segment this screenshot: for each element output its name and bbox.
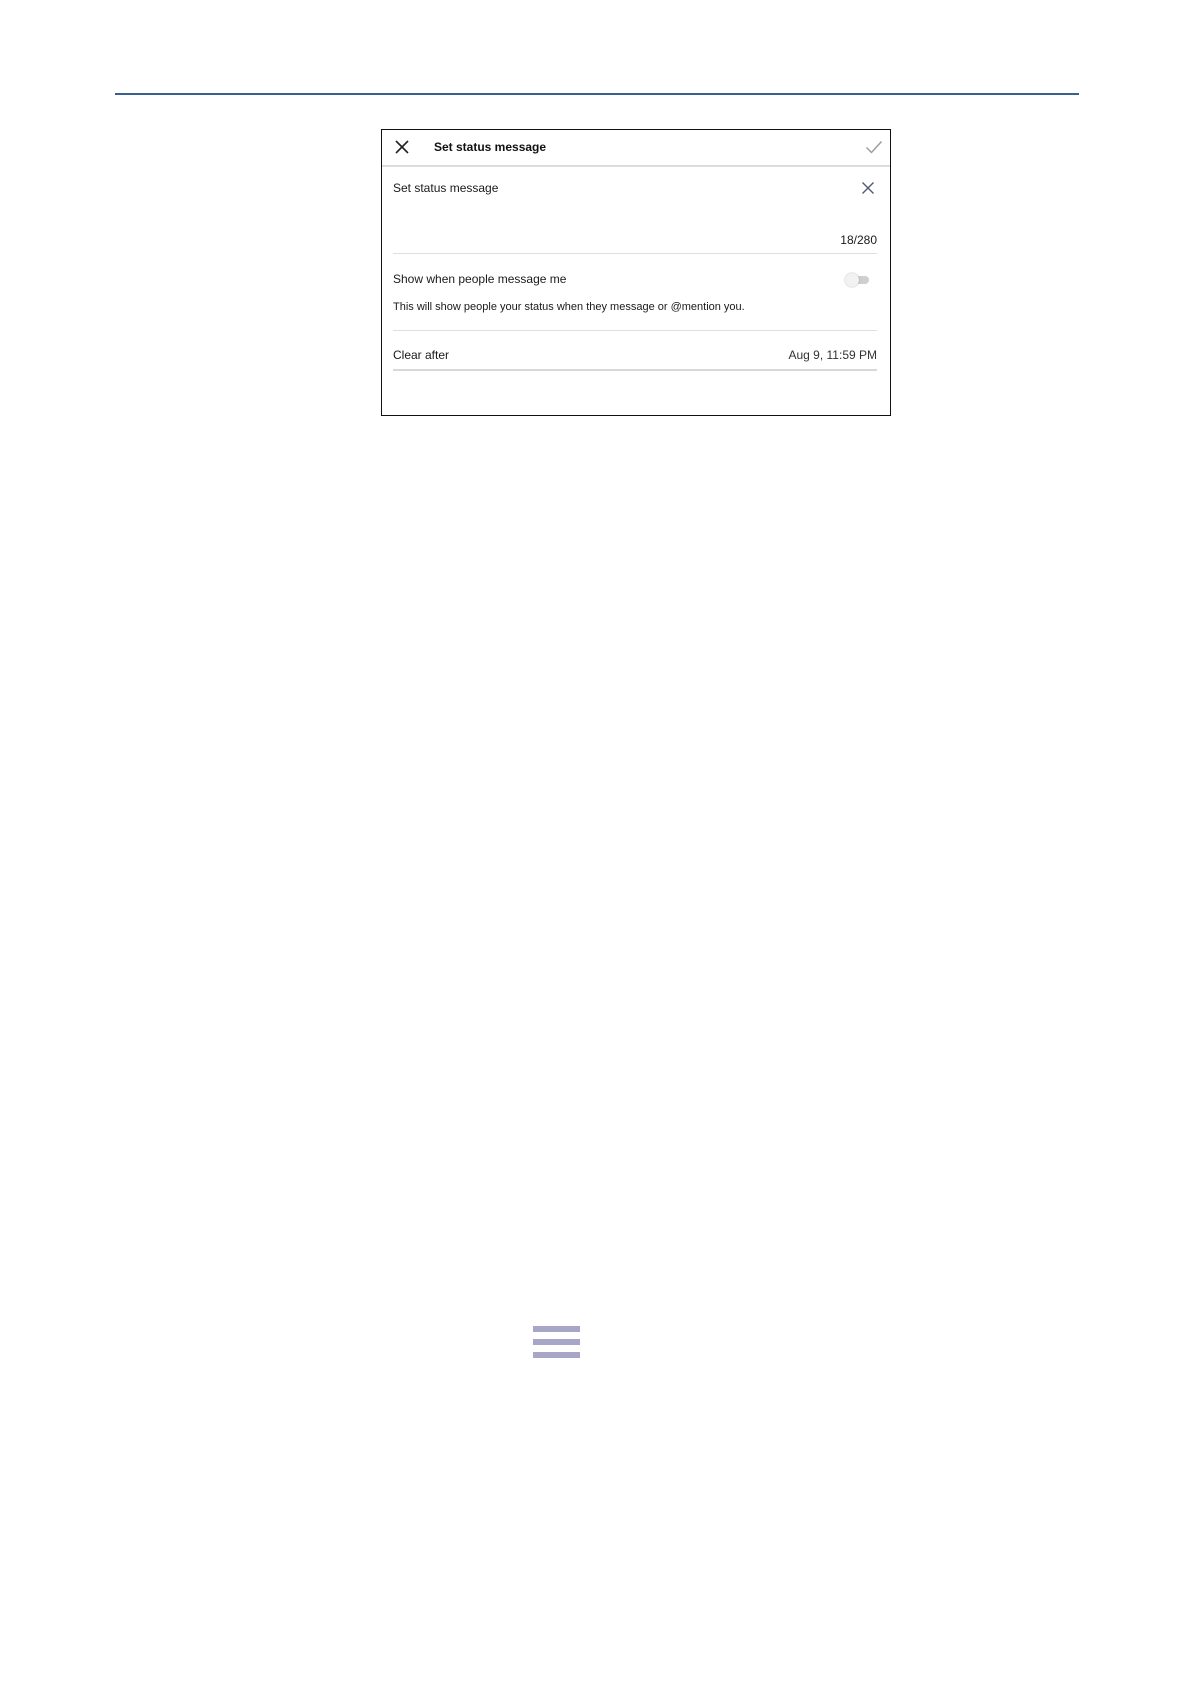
menu-bar — [533, 1339, 580, 1345]
show-status-toggle[interactable] — [845, 273, 869, 287]
dialog-title: Set status message — [434, 140, 547, 154]
menu-bar — [533, 1326, 580, 1332]
divider — [393, 253, 877, 254]
toggle-knob — [845, 273, 859, 287]
show-status-toggle-label: Show when people message me — [393, 272, 567, 286]
divider — [393, 330, 877, 331]
divider — [393, 369, 877, 371]
checkmark-icon[interactable] — [865, 139, 883, 155]
close-icon[interactable] — [394, 139, 410, 155]
character-counter: 18/280 — [840, 233, 877, 247]
dialog-header: Set status message — [382, 130, 890, 167]
clear-after-label: Clear after — [393, 348, 450, 362]
clear-field-icon[interactable] — [861, 181, 875, 195]
toggle-description: This will show people your status when t… — [393, 301, 745, 313]
hamburger-menu-icon[interactable] — [533, 1326, 580, 1358]
page-header-rule — [115, 93, 1079, 95]
set-status-dialog: Set status message Set status message 18… — [381, 129, 891, 416]
status-message-field[interactable]: Set status message — [393, 181, 498, 195]
clear-after-value: Aug 9, 11:59 PM — [788, 348, 878, 362]
menu-bar — [533, 1352, 580, 1358]
